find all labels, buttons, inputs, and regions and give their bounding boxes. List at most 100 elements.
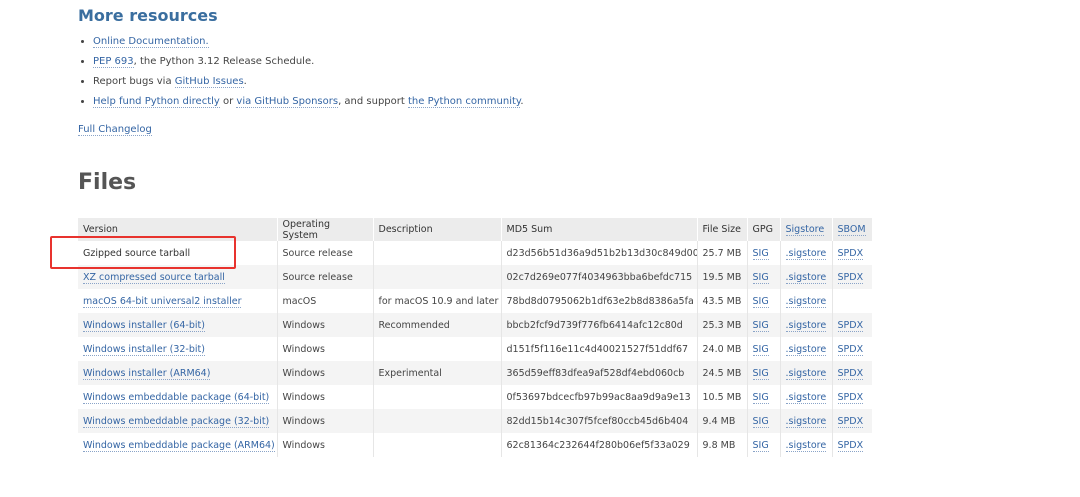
version-link[interactable]: Windows installer (ARM64) [83,367,211,380]
table-row: Windows embeddable package (ARM64) Window… [78,433,872,457]
sigstore-link[interactable]: .sigstore [785,271,827,284]
sigstore-link[interactable]: .sigstore [785,295,827,308]
version-link[interactable]: macOS 64-bit universal2 installer [83,295,242,308]
version-cell: Windows installer (ARM64) [78,361,278,385]
description-cell: for macOS 10.9 and later [373,289,502,313]
sbom-link[interactable]: SPDX [837,271,864,284]
sbom-link[interactable]: SPDX [837,439,864,452]
full-changelog-link[interactable]: Full Changelog [78,124,152,136]
gpg-sig-link[interactable]: SIG [752,439,769,452]
python-community-link[interactable]: the Python community [407,96,521,108]
gpg-sig-link[interactable]: SIG [752,391,769,404]
column-header-sbom[interactable]: SBOM [832,218,872,241]
help-fund-link[interactable]: Help fund Python directly [93,96,220,108]
column-header-os: Operating System [277,218,374,241]
sbom-cell: SPDX [832,265,872,289]
description-cell [373,433,502,457]
md5-cell: 365d59eff83dfea9af528df4ebd060cb [501,361,698,385]
list-item: Report bugs via GitHub Issues. [93,72,524,92]
version-cell: Windows embeddable package (ARM64) [78,433,278,457]
table-row: macOS 64-bit universal2 installer macOS fo… [78,289,872,313]
sbom-link[interactable]: SPDX [837,367,864,380]
sigstore-link[interactable]: .sigstore [785,247,827,260]
os-cell: Windows [277,433,374,457]
version-cell: Windows installer (32-bit) [78,337,278,361]
description-cell [373,265,502,289]
os-cell: Windows [277,385,374,409]
file-size-cell: 9.8 MB [697,433,748,457]
os-cell: Windows [277,409,374,433]
md5-cell: d151f5f116e11c4d40021527f51ddf67 [501,337,698,361]
table-row: Windows installer (32-bit) Windows d151f5f… [78,337,872,361]
md5-cell: 02c7d269e077f4034963bba6befdc715 [506,271,693,283]
version-link[interactable]: Windows installer (64-bit) [83,319,205,332]
md5-cell: d23d56b51d36a9d51b2b13d30c849d00 [501,241,698,265]
sbom-cell: SPDX [832,337,872,361]
sigstore-link[interactable]: .sigstore [785,343,827,356]
github-sponsors-link[interactable]: via GitHub Sponsors [236,96,339,108]
sigstore-cell: .sigstore [780,361,833,385]
file-size-cell: 25.7 MB [702,247,742,259]
file-size-cell: 9.4 MB [697,409,748,433]
gpg-sig-link[interactable]: SIG [752,247,769,260]
sigstore-cell: .sigstore [780,409,833,433]
md5-cell: 82dd15b14c307f5fcef80ccb45d6b404 [506,415,689,427]
sigstore-cell: .sigstore [780,313,833,337]
sbom-link[interactable]: SPDX [837,343,864,356]
os-cell: Windows [277,313,374,337]
md5-cell: 02c7d269e077f4034963bba6befdc715 [501,265,698,289]
md5-cell: 62c81364c232644f280b06ef5f33a029 [501,433,698,457]
sbom-cell: SPDX [832,361,872,385]
gpg-sig-link[interactable]: SIG [752,319,769,332]
column-header-gpg: GPG [747,218,781,241]
sbom-link[interactable]: SPDX [837,415,864,428]
gpg-sig-link[interactable]: SIG [752,343,769,356]
gpg-sig-cell: SIG [747,433,781,457]
sbom-link[interactable]: SPDX [837,247,864,260]
os-cell: macOS [277,289,374,313]
file-size-cell: 25.7 MB [697,241,748,265]
gpg-sig-link[interactable]: SIG [752,295,769,308]
version-link[interactable]: Windows installer (32-bit) [83,343,205,356]
sigstore-link[interactable]: .sigstore [785,439,827,452]
gpg-sig-link[interactable]: SIG [752,271,769,284]
sigstore-link[interactable]: .sigstore [785,415,827,428]
version-link[interactable]: Windows embeddable package (32-bit) [83,415,270,428]
sbom-link[interactable]: SPDX [837,391,864,404]
os-cell: Windows [282,439,325,451]
pep-693-link[interactable]: PEP 693 [93,56,134,68]
github-issues-link[interactable]: GitHub Issues [174,76,244,88]
sigstore-link[interactable]: .sigstore [785,319,827,332]
version-cell: Gzipped source tarball [78,241,278,265]
gpg-sig-cell: SIG [747,385,781,409]
os-cell: Source release [277,265,374,289]
version-cell: Windows embeddable package (32-bit) [78,409,278,433]
md5-cell: 0f53697bdcecfb97b99ac8aa9d9a9e13 [506,391,691,403]
sigstore-link[interactable]: .sigstore [785,391,827,404]
os-cell: Windows [282,319,325,331]
md5-cell: d151f5f116e11c4d40021527f51ddf67 [506,343,689,355]
version-cell: macOS 64-bit universal2 installer [78,289,278,313]
sbom-header-link[interactable]: SBOM [837,224,866,236]
version-link[interactable]: Windows embeddable package (ARM64) [83,439,275,452]
sigstore-link[interactable]: .sigstore [785,367,827,380]
description-cell: for macOS 10.9 and later [378,295,499,307]
os-cell: Windows [282,415,325,427]
list-item-text: Report bugs via [93,76,175,87]
file-size-cell: 25.3 MB [697,313,748,337]
version-link[interactable]: Gzipped source tarball [83,248,190,259]
table-row: Windows installer (ARM64) Windows Experime… [78,361,872,385]
md5-cell: 0f53697bdcecfb97b99ac8aa9d9a9e13 [501,385,698,409]
online-documentation-link[interactable]: Online Documentation. [93,36,209,48]
sigstore-header-link[interactable]: Sigstore [785,224,825,236]
gpg-sig-link[interactable]: SIG [752,367,769,380]
file-size-cell: 19.5 MB [697,265,748,289]
sbom-link[interactable]: SPDX [837,319,864,332]
file-size-cell: 9.8 MB [702,439,736,451]
column-header-sigstore[interactable]: Sigstore [780,218,833,241]
column-header-description: Description [373,218,502,241]
description-cell [373,385,502,409]
gpg-sig-link[interactable]: SIG [752,415,769,428]
version-link[interactable]: Windows embeddable package (64-bit) [83,391,270,404]
version-link[interactable]: XZ compressed source tarball [83,271,225,284]
